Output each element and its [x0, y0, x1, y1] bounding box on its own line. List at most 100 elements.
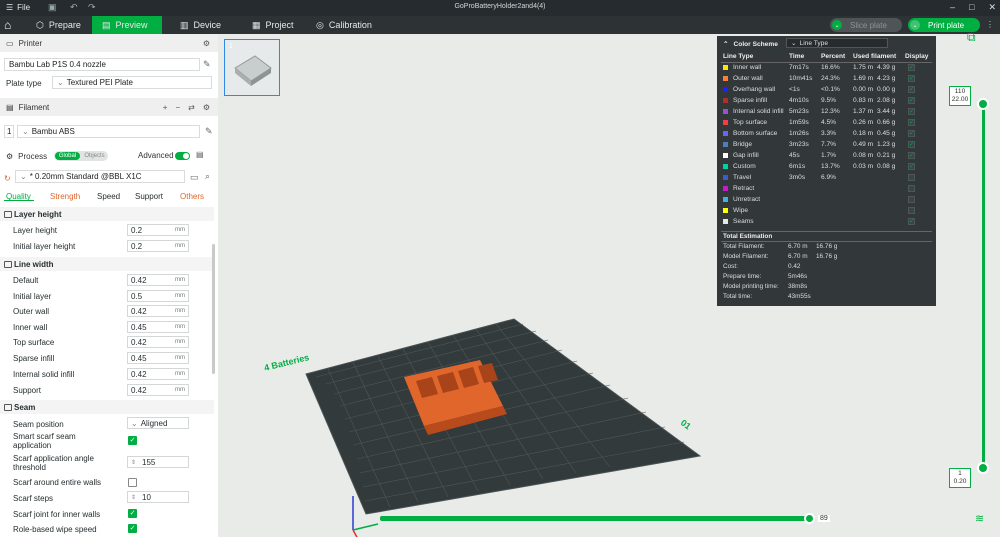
advanced-toggle[interactable]: [175, 152, 190, 160]
scarf-inner-checkbox[interactable]: ✓: [128, 509, 137, 518]
color-scheme-header[interactable]: ⌃ Color Scheme: [723, 40, 778, 49]
line-type-row: Seams ✓: [717, 217, 936, 228]
layer-height-input[interactable]: 0.2 mm: [127, 224, 189, 236]
stepper-arrows-icon[interactable]: ⇕: [131, 459, 136, 466]
home-icon[interactable]: ⌂: [4, 18, 11, 32]
display-checkbox[interactable]: ✓: [908, 75, 915, 82]
estimate-label: Model printing time:: [723, 283, 779, 290]
stepper-arrows-icon[interactable]: ⇕: [131, 494, 136, 501]
settings-sidebar: ▭ Printer ⚙ Bambu Lab P1S 0.4 nozzle ✎ P…: [0, 34, 218, 537]
sync-filament-icon[interactable]: ⇄: [188, 103, 195, 112]
display-checkbox[interactable]: ✓: [908, 86, 915, 93]
line-width-input[interactable]: 0.42 mm: [127, 368, 189, 380]
sidebar-scrollbar[interactable]: [212, 244, 215, 374]
line-width-label: Outer wall: [13, 307, 50, 316]
display-checkbox[interactable]: ✓: [908, 97, 915, 104]
printer-settings-icon[interactable]: ⚙: [203, 39, 210, 48]
build-plate[interactable]: [306, 319, 700, 514]
line-type-weight: 4.23 g: [877, 75, 896, 82]
tab-preview[interactable]: ▤ Preview: [92, 16, 162, 34]
line-type-name: Retract: [733, 185, 755, 192]
tab-calibration[interactable]: ◎ Calibration: [312, 16, 382, 34]
scarf-steps-stepper[interactable]: ⇕ 10: [127, 491, 189, 503]
move-slider-track[interactable]: [380, 516, 810, 521]
tab-project-label: Project: [265, 20, 294, 30]
line-type-name: Outer wall: [733, 75, 763, 82]
compare-icon[interactable]: ▤: [196, 150, 204, 159]
tab-prepare[interactable]: ⬡ Prepare: [28, 16, 86, 34]
scarf-entire-wall-checkbox[interactable]: [128, 478, 137, 487]
tab-others[interactable]: Others: [180, 192, 204, 201]
display-checkbox[interactable]: [908, 174, 915, 181]
line-width-input[interactable]: 0.45 mm: [127, 352, 189, 364]
minimize-icon[interactable]: –: [950, 2, 955, 13]
layer-slider-top-handle[interactable]: [977, 98, 989, 110]
printer-select[interactable]: Bambu Lab P1S 0.4 nozzle: [4, 58, 200, 71]
line-width-input[interactable]: 0.45 mm: [127, 321, 189, 333]
line-width-input[interactable]: 0.5 mm: [127, 290, 189, 302]
edit-printer-icon[interactable]: ✎: [203, 59, 211, 70]
line-width-input[interactable]: 0.42 mm: [127, 274, 189, 286]
objects-option[interactable]: Objects: [82, 152, 107, 160]
remove-filament-icon[interactable]: −: [175, 103, 180, 112]
filament-settings-icon[interactable]: ⚙: [203, 103, 210, 112]
process-preset-select[interactable]: ⌄ * 0.20mm Standard @BBL X1C: [15, 170, 185, 183]
estimate-value: 43m55s: [788, 293, 811, 300]
tab-device[interactable]: ▥ Device: [176, 16, 236, 34]
add-filament-icon[interactable]: +: [163, 103, 168, 112]
tab-support[interactable]: Support: [135, 192, 163, 201]
display-checkbox[interactable]: ✓: [908, 163, 915, 170]
unit-label: mm: [175, 277, 185, 283]
filament-select[interactable]: ⌄ Bambu ABS: [17, 125, 200, 138]
line-width-input[interactable]: 0.42 mm: [127, 305, 189, 317]
display-checkbox[interactable]: ✓: [908, 64, 915, 71]
display-checkbox[interactable]: [908, 207, 915, 214]
layer-view-toggle-icon[interactable]: ⧉: [967, 30, 976, 45]
display-checkbox[interactable]: ✓: [908, 119, 915, 126]
save-preset-icon[interactable]: ▭: [190, 172, 199, 183]
display-checkbox[interactable]: ✓: [908, 152, 915, 159]
layer-slider-bottom-handle[interactable]: [977, 462, 989, 474]
project-icon: ▦: [252, 19, 261, 30]
role-wipe-checkbox[interactable]: ✓: [128, 524, 137, 533]
plate-thumbnail[interactable]: 1: [224, 39, 280, 96]
layers-icon[interactable]: ≋: [975, 512, 984, 525]
edit-filament-icon[interactable]: ✎: [205, 126, 213, 137]
display-checkbox[interactable]: ✓: [908, 130, 915, 137]
close-icon[interactable]: ✕: [988, 2, 996, 13]
chevron-down-icon[interactable]: ⌄: [910, 20, 920, 30]
plate-type-select[interactable]: ⌄ Textured PEI Plate: [52, 76, 212, 89]
slice-plate-button[interactable]: ⌄ Slice plate: [830, 18, 902, 32]
search-icon[interactable]: ⌕: [205, 171, 210, 182]
line-width-group: Line width: [0, 257, 214, 271]
collapse-icon[interactable]: ⌃: [723, 40, 729, 48]
color-scheme-select[interactable]: ⌄ Line Type: [786, 38, 888, 48]
more-icon[interactable]: ⋮: [986, 20, 994, 29]
global-objects-toggle[interactable]: Global Objects: [54, 151, 108, 161]
smart-scarf-checkbox[interactable]: ✓: [128, 436, 137, 445]
layer-slider-track[interactable]: [982, 104, 985, 468]
display-checkbox[interactable]: ✓: [908, 218, 915, 225]
scarf-threshold-stepper[interactable]: ⇕ 155: [127, 456, 189, 468]
tab-strength[interactable]: Strength: [50, 192, 80, 201]
display-checkbox[interactable]: ✓: [908, 141, 915, 148]
total-estimation-title: Total Estimation: [723, 233, 773, 240]
move-slider-handle[interactable]: [804, 513, 815, 524]
initial-layer-height-input[interactable]: 0.2 mm: [127, 240, 189, 252]
reset-icon[interactable]: ↻: [4, 174, 11, 183]
maximize-icon[interactable]: □: [969, 2, 974, 13]
tab-speed[interactable]: Speed: [97, 192, 120, 201]
line-type-percent: 9.5%: [821, 97, 837, 104]
chevron-down-icon[interactable]: ⌄: [832, 20, 842, 30]
estimate-value: 6.70 m: [788, 253, 808, 260]
display-checkbox[interactable]: [908, 185, 915, 192]
seam-position-select[interactable]: ⌄ Aligned: [127, 417, 189, 429]
line-width-input[interactable]: 0.42 mm: [127, 384, 189, 396]
line-type-weight: 2.08 g: [877, 97, 896, 104]
line-width-input[interactable]: 0.42 mm: [127, 336, 189, 348]
global-option[interactable]: Global: [55, 152, 80, 160]
tab-project[interactable]: ▦ Project: [248, 16, 308, 34]
display-checkbox[interactable]: ✓: [908, 108, 915, 115]
line-type-percent: 16.6%: [821, 64, 840, 71]
display-checkbox[interactable]: [908, 196, 915, 203]
